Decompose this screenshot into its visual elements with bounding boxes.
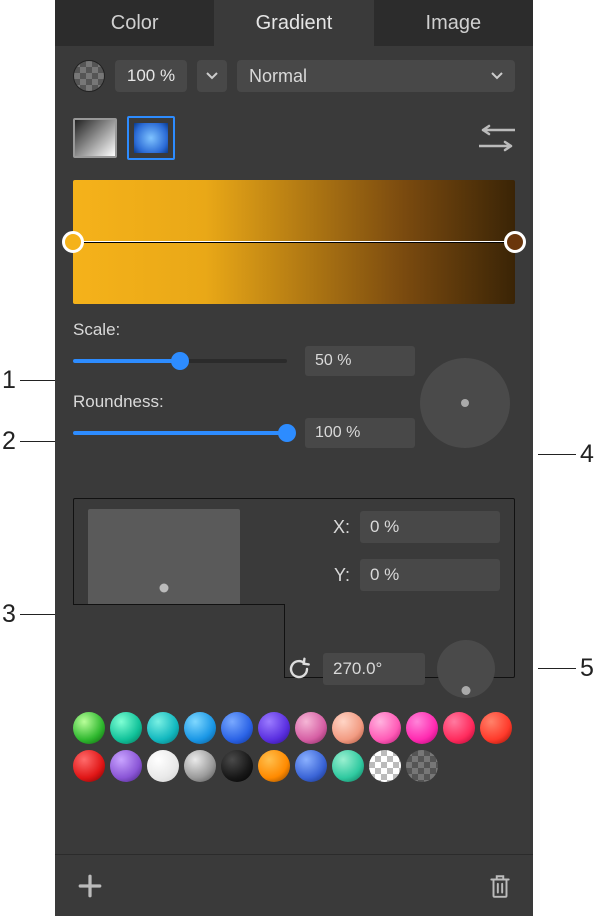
- preset-swatch[interactable]: [406, 750, 438, 782]
- fill-panel: Color Gradient Image 100 % Normal: [55, 0, 533, 916]
- scale-label: Scale:: [73, 320, 415, 340]
- gradient-preview[interactable]: [73, 180, 515, 304]
- preset-swatch[interactable]: [258, 750, 290, 782]
- eccentricity-dial[interactable]: [420, 358, 510, 448]
- scale-field[interactable]: 50 %: [305, 346, 415, 376]
- angle-dial-dot: [462, 686, 471, 695]
- roundness-slider-thumb[interactable]: [278, 424, 296, 442]
- roundness-field[interactable]: 100 %: [305, 418, 415, 448]
- x-field[interactable]: 0 %: [360, 511, 500, 543]
- arrow-right-icon: [479, 139, 515, 153]
- roundness-slider[interactable]: [73, 424, 287, 442]
- arrow-left-icon: [479, 123, 515, 137]
- gradient-type-radial[interactable]: [127, 116, 175, 160]
- roundness-label: Roundness:: [73, 392, 415, 412]
- preset-swatch[interactable]: [258, 712, 290, 744]
- chevron-down-icon: [491, 70, 503, 82]
- gradient-radial-icon: [134, 123, 168, 153]
- tab-color[interactable]: Color: [55, 0, 214, 46]
- bottom-bar: [55, 854, 533, 916]
- preset-swatch[interactable]: [369, 750, 401, 782]
- chevron-down-icon: [206, 70, 218, 82]
- y-label: Y:: [328, 565, 350, 586]
- x-label: X:: [328, 517, 350, 538]
- scale-slider-thumb[interactable]: [171, 352, 189, 370]
- gradient-type-linear[interactable]: [73, 118, 117, 158]
- preset-swatch[interactable]: [184, 750, 216, 782]
- callout-2: 2: [2, 427, 58, 456]
- angle-row: 270.0°: [287, 640, 515, 698]
- angle-field[interactable]: 270.0°: [323, 653, 425, 685]
- callout-3: 3: [2, 600, 58, 629]
- position-marker[interactable]: [160, 584, 169, 593]
- delete-preset-button[interactable]: [489, 873, 511, 899]
- preset-swatch[interactable]: [332, 712, 364, 744]
- gradient-type-row: [55, 98, 533, 170]
- callout-1: 1: [2, 366, 58, 395]
- gradient-axis: [73, 241, 515, 243]
- preset-swatch[interactable]: [221, 712, 253, 744]
- gradient-stop-start[interactable]: [62, 231, 84, 253]
- preset-swatch[interactable]: [406, 712, 438, 744]
- y-field[interactable]: 0 %: [360, 559, 500, 591]
- angle-dial[interactable]: [437, 640, 495, 698]
- preset-swatch[interactable]: [480, 712, 512, 744]
- preset-swatch[interactable]: [369, 712, 401, 744]
- blend-mode-label: Normal: [249, 66, 307, 87]
- preset-swatch[interactable]: [221, 750, 253, 782]
- preset-swatch[interactable]: [73, 750, 105, 782]
- reset-angle-button[interactable]: [287, 657, 311, 681]
- preset-swatch[interactable]: [73, 712, 105, 744]
- add-preset-button[interactable]: [77, 873, 103, 899]
- opacity-blend-row: 100 % Normal: [55, 46, 533, 98]
- preset-swatch[interactable]: [110, 750, 142, 782]
- preset-swatch[interactable]: [147, 750, 179, 782]
- color-well[interactable]: [73, 60, 105, 92]
- gradient-presets: [73, 712, 515, 782]
- tab-gradient[interactable]: Gradient: [214, 0, 373, 46]
- tab-image[interactable]: Image: [374, 0, 533, 46]
- preset-swatch[interactable]: [295, 750, 327, 782]
- fill-type-tabs: Color Gradient Image: [55, 0, 533, 46]
- preset-swatch[interactable]: [147, 712, 179, 744]
- opacity-stepper[interactable]: [197, 60, 227, 92]
- preset-swatch[interactable]: [332, 750, 364, 782]
- opacity-field[interactable]: 100 %: [115, 60, 187, 92]
- preset-swatch[interactable]: [184, 712, 216, 744]
- preset-swatch[interactable]: [443, 712, 475, 744]
- gradient-stop-end[interactable]: [504, 231, 526, 253]
- preset-swatch[interactable]: [110, 712, 142, 744]
- callout-4: 4: [538, 440, 594, 469]
- blend-mode-dropdown[interactable]: Normal: [237, 60, 515, 92]
- preset-swatch[interactable]: [295, 712, 327, 744]
- scale-slider[interactable]: [73, 352, 287, 370]
- eccentricity-dot: [461, 399, 469, 407]
- callout-5: 5: [538, 654, 594, 683]
- reverse-gradient-button[interactable]: [479, 123, 515, 153]
